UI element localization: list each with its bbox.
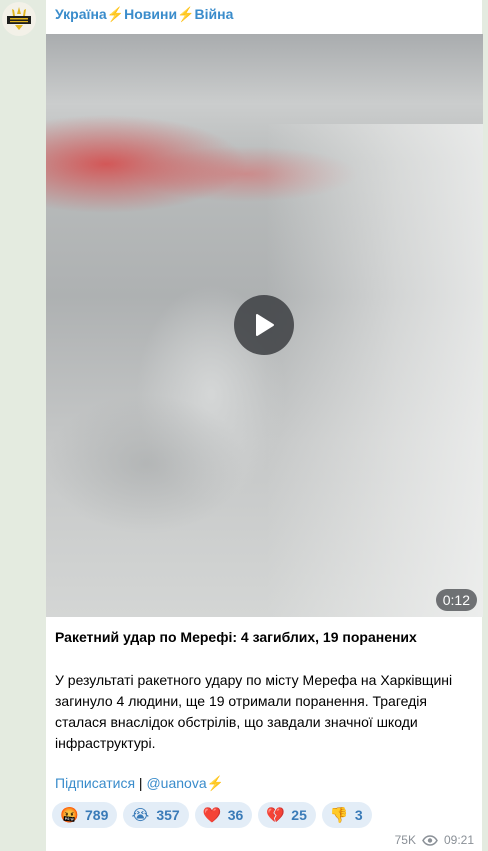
video-frame-highlight [266,124,483,617]
reactions-bar: 🤬 789 😭 357 ❤️ 36 💔 25 👎 3 [52,802,372,828]
video-duration: 0:12 [435,589,477,611]
reaction-heart[interactable]: ❤️ 36 [194,802,253,828]
channel-name[interactable]: Україна⚡️Новини⚡️Війна [55,6,233,23]
video-preview[interactable]: 0:12 [46,34,483,617]
trident-logo-icon [7,7,31,30]
broken-heart-icon: 💔 [266,807,285,824]
message-meta: 75K 09:21 [395,833,474,847]
reaction-count: 3 [354,807,363,823]
post-body: У результаті ракетного удару по місту Ме… [55,672,453,751]
view-count: 75K [394,833,416,847]
reaction-count: 789 [85,807,109,823]
reaction-count: 357 [156,807,180,823]
subscribe-link[interactable]: Підписатися [55,775,135,791]
video-frame-shadow [46,394,246,534]
reaction-broken-heart[interactable]: 💔 25 [258,802,316,828]
channel-handle-link[interactable]: @uanova⚡️ [146,775,224,791]
play-button[interactable] [234,295,294,355]
reaction-crying[interactable]: 😭 357 [123,802,189,828]
message-bubble: Україна⚡️Новини⚡️Війна 0:12 Ракетний уда… [46,0,483,851]
angry-face-icon: 🤬 [60,807,79,824]
channel-avatar[interactable] [2,2,36,36]
message-time: 09:21 [443,833,474,847]
play-icon [256,314,274,336]
reaction-angry[interactable]: 🤬 789 [52,802,118,828]
reaction-count: 25 [291,807,307,823]
post-title: Ракетний удар по Мерефі: 4 загиблих, 19 … [55,629,417,645]
thumbs-down-icon: 👎 [329,807,349,824]
reaction-thumbs-down[interactable]: 👎 3 [321,802,372,828]
crying-face-icon: 😭 [131,807,150,824]
reaction-count: 36 [227,807,244,823]
eye-icon [422,834,438,846]
post-links: Підписатися | @uanova⚡️ [55,775,224,792]
red-heart-icon: ❤️ [202,807,222,824]
link-separator: | [135,775,147,791]
